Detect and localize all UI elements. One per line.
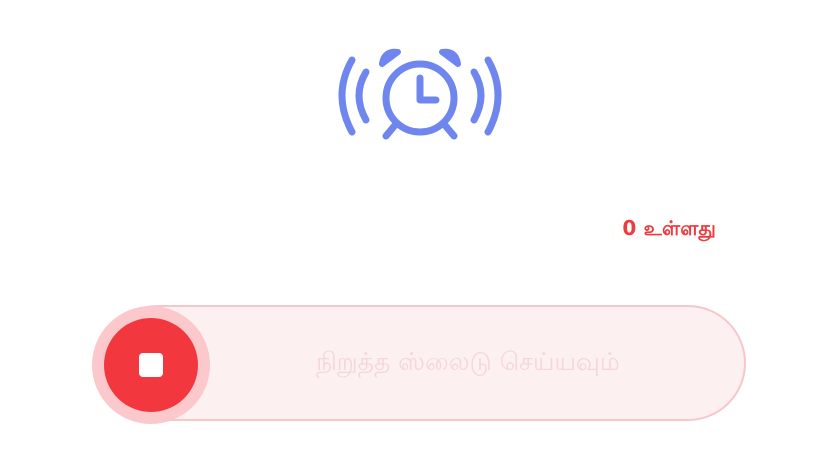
- alarm-clock-icon: [330, 40, 510, 150]
- alarm-screen: 0 உள்ளது நிறுத்த ஸ்லைடு செய்யவும்: [0, 0, 840, 458]
- slide-handle-button[interactable]: [104, 318, 198, 412]
- stop-icon: [139, 353, 163, 377]
- slide-to-stop-handle[interactable]: [92, 306, 210, 424]
- alarm-count-text: 0 உள்ளது: [622, 216, 716, 240]
